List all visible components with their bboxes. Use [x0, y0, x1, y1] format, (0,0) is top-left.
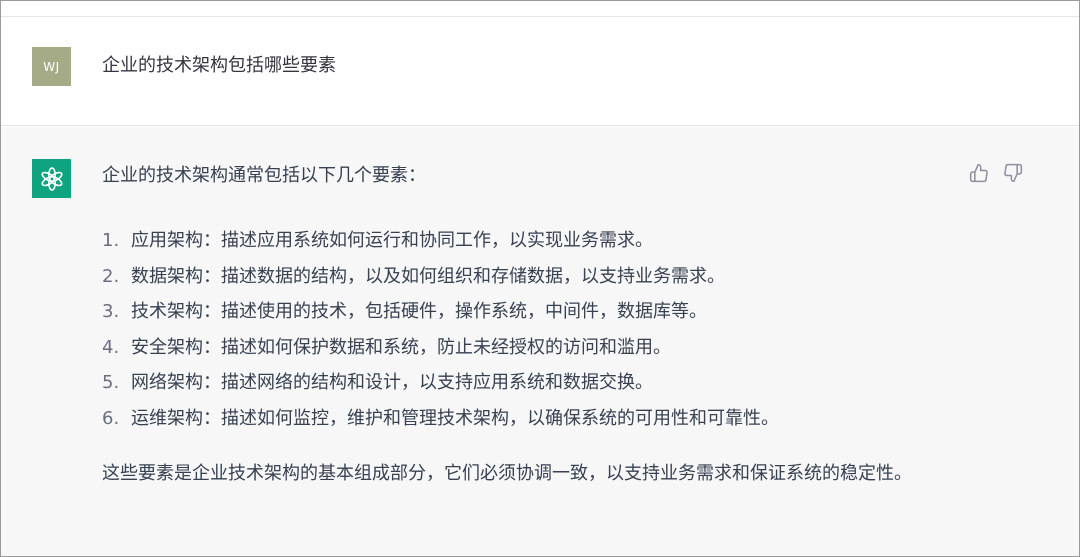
assistant-outro: 这些要素是企业技术架构的基本组成部分，它们必须协调一致，以支持业务需求和保证系统… [102, 463, 912, 484]
list-item: 3. 技术架构：描述使用的技术，包括硬件，操作系统，中间件，数据库等。 [102, 294, 962, 330]
list-item: 6. 运维架构：描述如何监控，维护和管理技术架构，以确保系统的可用性和可靠性。 [102, 401, 962, 437]
list-item-number: 3. [102, 301, 120, 322]
chat-window: WJ 企业的技术架构包括哪些要素 企业的技术架构通常包括以下几个要素： 1. 应… [0, 0, 1080, 557]
user-avatar: WJ [32, 47, 71, 86]
list-item: 2. 数据架构：描述数据的结构，以及如何组织和存储数据，以支持业务需求。 [102, 259, 962, 295]
list-item-text: 数据架构：描述数据的结构，以及如何组织和存储数据，以支持业务需求。 [131, 265, 725, 287]
list-item-text: 安全架构：描述如何保护数据和系统，防止未经授权的访问和滥用。 [131, 336, 671, 358]
assistant-message-row: 企业的技术架构通常包括以下几个要素： 1. 应用架构：描述应用系统如何运行和协同工… [1, 127, 1079, 556]
top-bar [1, 1, 1079, 17]
thumbs-up-icon[interactable] [969, 163, 989, 183]
thumbs-down-icon[interactable] [1003, 163, 1023, 183]
list-item-number: 4. [102, 336, 120, 358]
list-item-text: 应用架构：描述应用系统如何运行和协同工作，以实现业务需求。 [131, 230, 653, 251]
list-item: 1. 应用架构：描述应用系统如何运行和协同工作，以实现业务需求。 [102, 223, 962, 259]
architecture-points-list: 1. 应用架构：描述应用系统如何运行和协同工作，以实现业务需求。 2. 数据架构：描… [102, 223, 962, 436]
user-avatar-initials: WJ [43, 59, 60, 74]
feedback-buttons [969, 163, 1023, 183]
openai-logo-icon [32, 159, 71, 198]
assistant-message-content: 企业的技术架构通常包括以下几个要素： 1. 应用架构：描述应用系统如何运行和协同工… [102, 163, 962, 491]
user-message-row: WJ 企业的技术架构包括哪些要素 [1, 17, 1079, 126]
list-item: 5. 网络架构：描述网络的结构和设计，以支持应用系统和数据交换。 [102, 365, 962, 401]
list-item-number: 1. [102, 230, 120, 251]
list-item-number: 6. [102, 407, 120, 429]
user-message-text: 企业的技术架构包括哪些要素 [102, 55, 336, 76]
list-item-number: 2. [102, 265, 120, 287]
assistant-intro: 企业的技术架构通常包括以下几个要素： [102, 165, 426, 186]
list-item-text: 技术架构：描述使用的技术，包括硬件，操作系统，中间件，数据库等。 [131, 301, 707, 322]
list-item-text: 运维架构：描述如何监控，维护和管理技术架构，以确保系统的可用性和可靠性。 [131, 407, 779, 429]
list-item-text: 网络架构：描述网络的结构和设计，以支持应用系统和数据交换。 [131, 372, 653, 393]
list-item: 4. 安全架构：描述如何保护数据和系统，防止未经授权的访问和滥用。 [102, 330, 962, 366]
list-item-number: 5. [102, 372, 120, 393]
